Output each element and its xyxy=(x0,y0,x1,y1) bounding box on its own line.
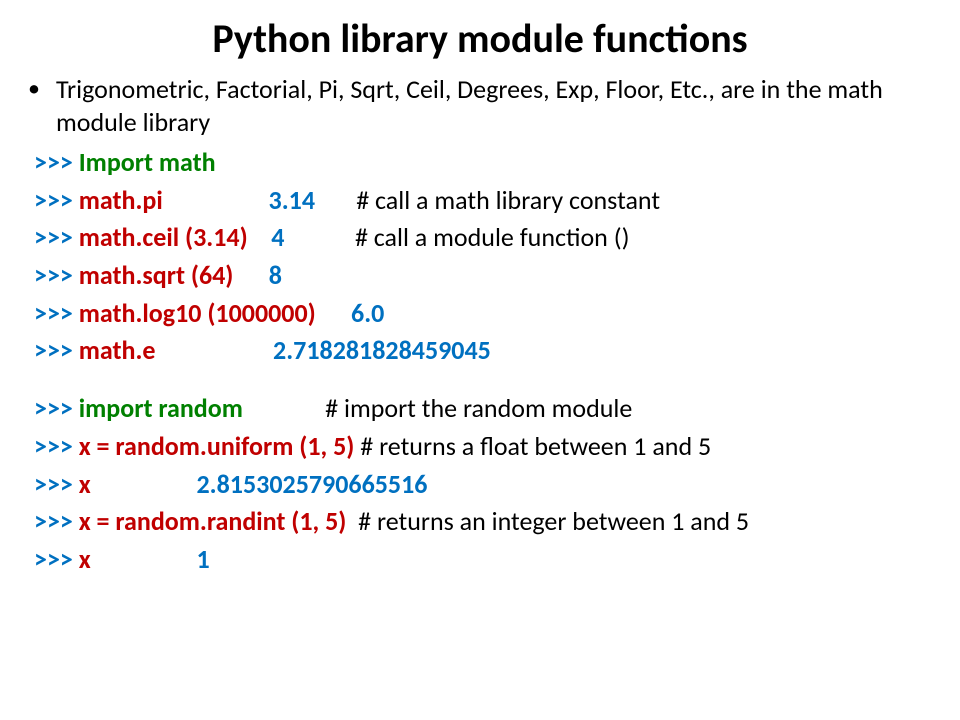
code-comment: # import the random module xyxy=(325,392,632,424)
spacer xyxy=(316,297,351,329)
prompt-text: >>> xyxy=(34,392,79,424)
spacer xyxy=(315,184,356,216)
prompt-text: >>> xyxy=(34,184,79,216)
code-comment: # call a module function () xyxy=(355,221,630,253)
spacer xyxy=(233,259,268,291)
code-result: 6.0 xyxy=(351,297,384,329)
code-line: >>> x = random.randint (1, 5) # returns … xyxy=(34,503,932,541)
code-line: >>> math.sqrt (64) 8 xyxy=(34,257,932,295)
code-cmd: math.sqrt (64) xyxy=(79,259,234,291)
code-line: >>> x = random.uniform (1, 5) # returns … xyxy=(34,428,932,466)
code-line: >>> import random # import the random mo… xyxy=(34,390,932,428)
spacer xyxy=(248,221,272,253)
code-line: >>> math.e 2.718281828459045 xyxy=(34,332,932,370)
code-cmd: math.e xyxy=(79,334,156,366)
spacer xyxy=(91,543,197,575)
code-line: >>> math.pi 3.14 # call a math library c… xyxy=(34,182,932,220)
code-line: >>> math.ceil (3.14) 4 # call a module f… xyxy=(34,219,932,257)
code-result: 8 xyxy=(269,259,282,291)
code-cmd: import random xyxy=(79,392,243,424)
code-result: 2.8153025790665516 xyxy=(197,468,428,500)
spacer xyxy=(284,221,355,253)
code-line: >>> x 1 xyxy=(34,541,932,579)
slide-title: Python library module functions xyxy=(28,14,932,63)
code-cmd: Import math xyxy=(79,146,216,178)
prompt-text: >>> xyxy=(34,543,79,575)
prompt-text: >>> xyxy=(34,221,79,253)
code-line: >>> x 2.8153025790665516 xyxy=(34,466,932,504)
code-result: 2.718281828459045 xyxy=(273,334,491,366)
code-cmd: x xyxy=(79,543,91,575)
code-line: >>> math.log10 (1000000) 6.0 xyxy=(34,295,932,333)
code-result: 4 xyxy=(271,221,284,253)
spacer xyxy=(91,468,197,500)
prompt-text: >>> xyxy=(34,430,79,462)
code-comment: # returns a float between 1 and 5 xyxy=(354,430,711,462)
prompt-text: >>> xyxy=(34,297,79,329)
prompt-text: >>> xyxy=(34,505,79,537)
spacer xyxy=(155,334,273,366)
blank-line xyxy=(28,370,932,390)
code-cmd: math.log10 (1000000) xyxy=(79,297,316,329)
spacer xyxy=(163,184,269,216)
prompt-text: >>> xyxy=(34,146,79,178)
code-cmd: x = random.randint (1, 5) xyxy=(79,505,347,537)
code-result: 3.14 xyxy=(269,184,315,216)
bullet-dot-icon: • xyxy=(28,73,56,104)
intro-bullet: • Trigonometric, Factorial, Pi, Sqrt, Ce… xyxy=(28,73,932,138)
code-comment: # call a math library constant xyxy=(356,184,660,216)
prompt-text: >>> xyxy=(34,334,79,366)
code-line: >>> Import math xyxy=(34,144,932,182)
code-cmd: math.ceil (3.14) xyxy=(79,221,248,253)
intro-text: Trigonometric, Factorial, Pi, Sqrt, Ceil… xyxy=(56,73,932,138)
prompt-text: >>> xyxy=(34,259,79,291)
code-cmd: x xyxy=(79,468,91,500)
code-cmd: x = random.uniform (1, 5) xyxy=(79,430,355,462)
code-cmd: math.pi xyxy=(79,184,163,216)
code-comment: # returns an integer between 1 and 5 xyxy=(346,505,749,537)
spacer xyxy=(243,392,325,424)
prompt-text: >>> xyxy=(34,468,79,500)
code-result: 1 xyxy=(197,543,210,575)
